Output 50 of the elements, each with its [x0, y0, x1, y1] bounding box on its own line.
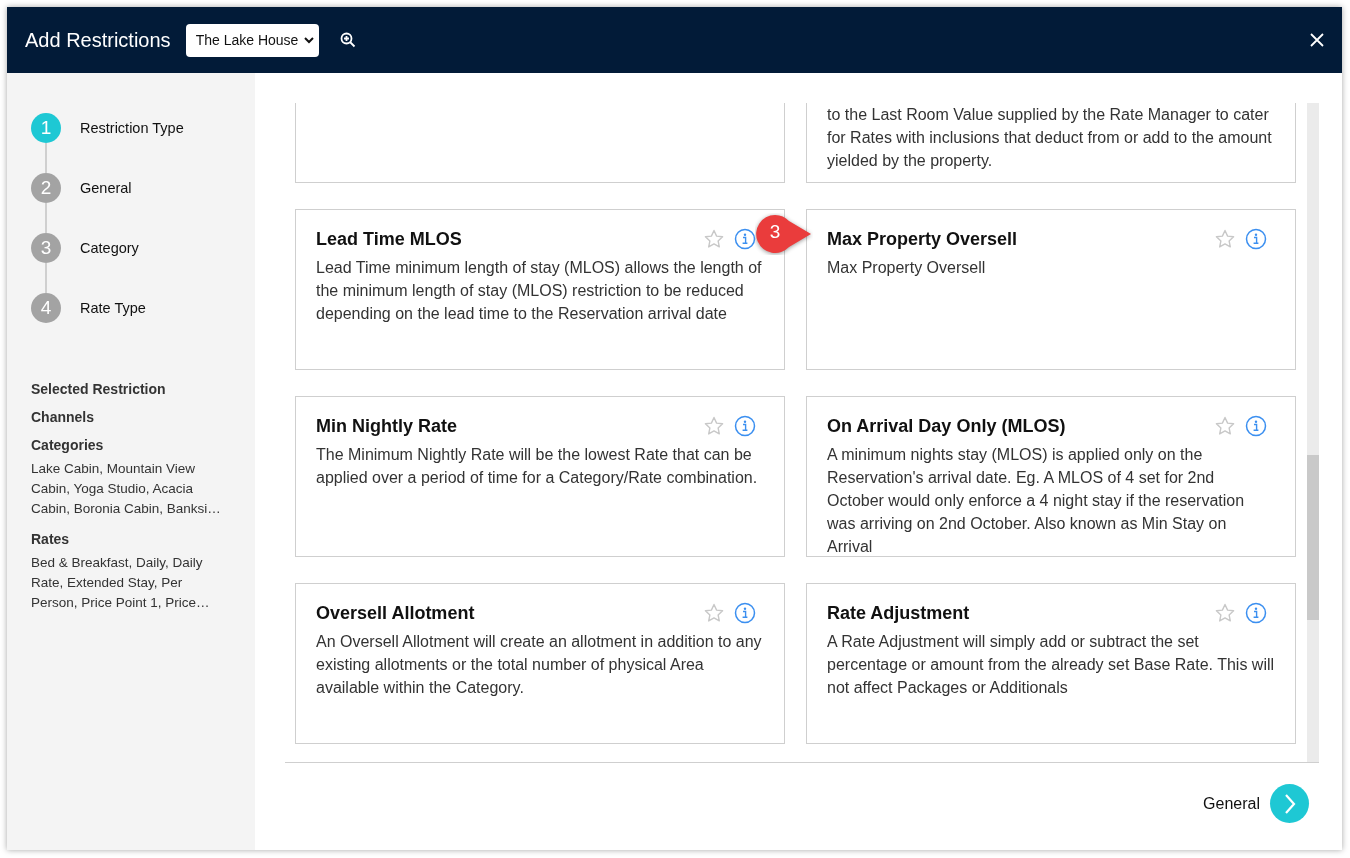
- summary-heading: Rates: [31, 531, 71, 547]
- star-icon[interactable]: [1215, 603, 1235, 623]
- card-title: Min Nightly Rate: [316, 415, 458, 437]
- dialog-title: Add Restrictions: [25, 28, 171, 52]
- callout-badge: 3: [755, 213, 813, 255]
- card-title: On Arrival Day Only (MLOS): [827, 415, 1067, 437]
- card-description: A Rate Adjustment will simply add or subtract the set percentage or amount from the already set Base Rate. This will not affect Packages or Additionals: [827, 632, 1275, 698]
- step-label[interactable]: Category: [80, 240, 139, 256]
- restriction-card[interactable]: Oversell Allotment An Oversell Allotment will create an allotment in addition to any existing allotments or the total number of physical Area available within the Category.: [295, 583, 785, 744]
- card-description: A minimum nights stay (MLOS) is applied only on the Reservation's arrival date. Eg. A MLOS of 4 set for 2nd October would only enforce a 4 night stay if the reservation was arriving on 2nd October. Also known as Min Stay on Arrival: [827, 445, 1246, 557]
- info-icon[interactable]: [1245, 415, 1267, 437]
- summary-heading: Channels: [31, 409, 95, 425]
- next-button[interactable]: General: [1203, 784, 1309, 823]
- close-icon[interactable]: [1310, 33, 1324, 47]
- card-title: Max Property Oversell: [827, 228, 1019, 250]
- info-icon[interactable]: [734, 602, 756, 624]
- restriction-card[interactable]: Min Nightly Rate The Minimum Nightly Rate will be the lowest Rate that can be applied over a period of time for a Category/Rate combination.: [295, 396, 785, 557]
- card-title: Rate Adjustment: [827, 602, 971, 624]
- card-description: An Oversell Allotment will create an allotment in addition to any existing allotments or the total number of physical Area available within the Category.: [316, 632, 763, 698]
- restriction-card[interactable]: to the Last Room Value supplied by the Rate Manager to cater for Rates with inclusions that deduct from or add to the amount yielded by the property.: [806, 103, 1296, 183]
- summary-value: Lake Cabin, Mountain View Cabin, Yoga Studio, Acacia Cabin, Boronia Cabin, Banksi…: [31, 460, 222, 518]
- card-description: Max Property Oversell: [827, 258, 987, 278]
- info-icon[interactable]: [1245, 228, 1267, 250]
- restriction-card[interactable]: Rate Adjustment A Rate Adjustment will simply add or subtract the set percentage or amount from the already set Base Rate. This will not affect Packages or Additionals: [806, 583, 1296, 744]
- caret-icon[interactable]: [303, 36, 314, 44]
- card-description: The Minimum Nightly Rate will be the lowest Rate that can be applied over a period of time for a Category/Rate combination.: [316, 445, 759, 488]
- zoom-in-icon[interactable]: [339, 32, 356, 48]
- summary-heading: Categories: [31, 437, 105, 453]
- star-icon[interactable]: [704, 603, 724, 623]
- card-description: Lead Time minimum length of stay (MLOS) allows the length of the minimum length of stay (MLOS) restriction to be reduced depending on the lead time to the Reservation arrival date: [316, 258, 763, 324]
- info-icon[interactable]: [734, 415, 756, 437]
- info-icon[interactable]: [1245, 602, 1267, 624]
- step-label[interactable]: Restriction Type: [80, 120, 184, 136]
- property-select[interactable]: The Lake House: [185, 23, 319, 57]
- summary-value: Bed & Breakfast, Daily, Daily Rate, Extended Stay, Per Person, Price Point 1, Price…: [31, 554, 211, 612]
- summary-heading: Selected Restriction: [31, 381, 167, 397]
- card-title: Oversell Allotment: [316, 602, 476, 624]
- star-icon[interactable]: [1215, 416, 1235, 436]
- chevron-right-icon: [1283, 792, 1296, 815]
- card-description: to the Last Room Value supplied by the Rate Manager to cater for Rates with inclusions that deduct from or add to the amount yielded by the property.: [827, 105, 1273, 171]
- scrollbar[interactable]: [1307, 103, 1319, 762]
- info-icon[interactable]: [734, 228, 756, 250]
- star-icon[interactable]: [704, 416, 724, 436]
- restriction-card[interactable]: Max Property Oversell Max Property Oversell: [806, 209, 1296, 370]
- step-label[interactable]: Rate Type: [80, 300, 146, 316]
- card-title: Lead Time MLOS: [316, 228, 463, 250]
- restriction-card[interactable]: [806, 396, 1296, 557]
- star-icon[interactable]: [704, 229, 724, 249]
- step-label[interactable]: General: [80, 180, 132, 196]
- star-icon[interactable]: [1215, 229, 1235, 249]
